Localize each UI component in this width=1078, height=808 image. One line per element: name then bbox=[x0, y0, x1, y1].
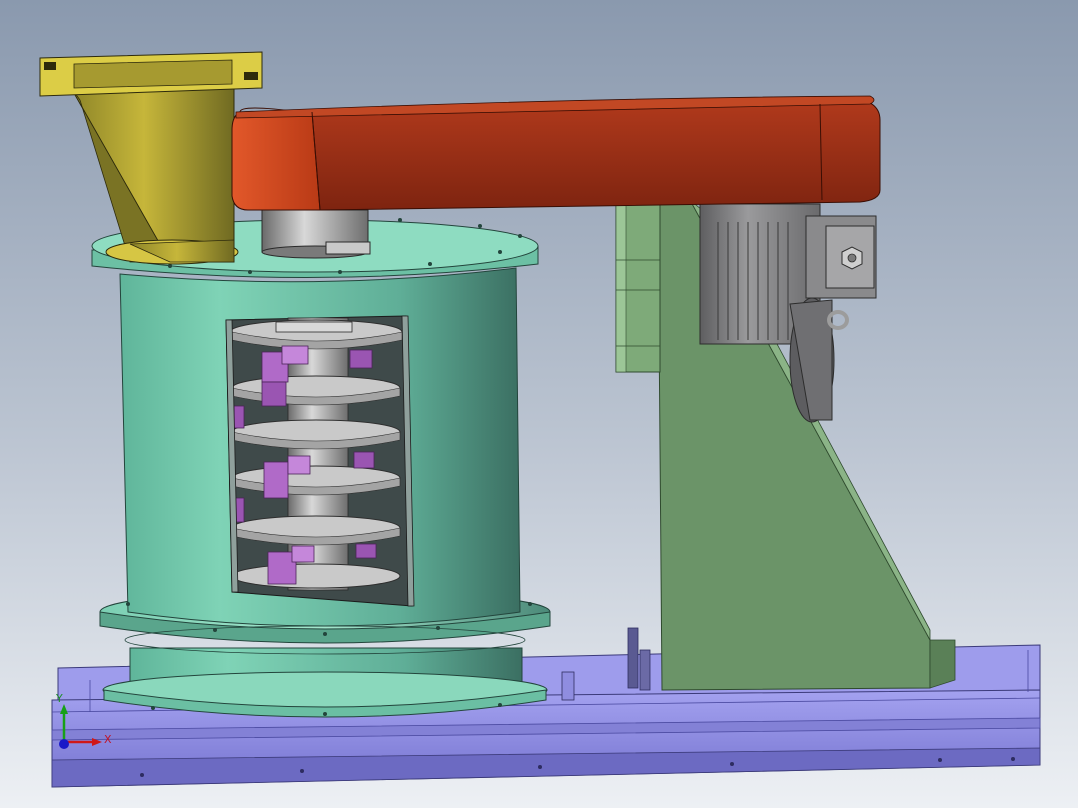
crusher-assembly-model[interactable]: X Y bbox=[0, 0, 1078, 808]
rotor-cutaway-view[interactable] bbox=[225, 315, 415, 607]
belt-guard[interactable] bbox=[231, 95, 881, 211]
x-axis-label: X bbox=[104, 733, 112, 746]
cad-graphics-viewport[interactable]: X Y bbox=[0, 0, 1078, 808]
z-axis-arrow bbox=[59, 739, 69, 749]
y-axis-label: Y bbox=[55, 692, 63, 705]
